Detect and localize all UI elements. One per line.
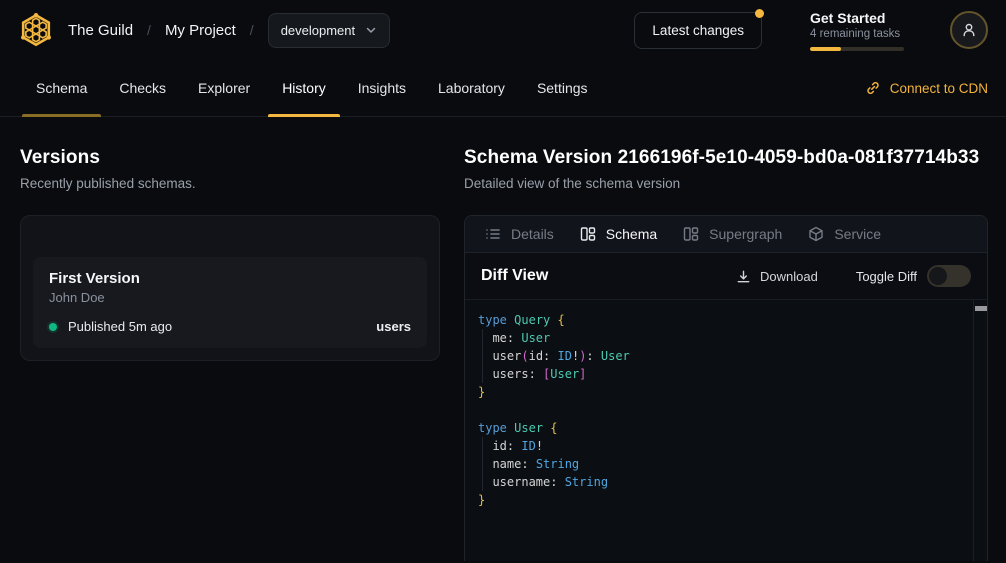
breadcrumb-separator: / [250, 22, 254, 38]
download-button[interactable]: Download [736, 269, 818, 284]
nav-tab-settings[interactable]: Settings [523, 60, 602, 116]
nav-tab-explorer[interactable]: Explorer [184, 60, 264, 116]
code-scrollbar-thumb[interactable] [975, 306, 987, 311]
nav-tab-schema[interactable]: Schema [22, 60, 101, 116]
schema-version-title: Schema Version 2166196f-5e10-4059-bd0a-0… [464, 147, 988, 169]
diff-view-title: Diff View [481, 267, 548, 285]
version-service-badge: users [376, 319, 411, 334]
get-started-title: Get Started [810, 10, 904, 26]
get-started-progressbar [810, 47, 904, 51]
connect-to-cdn-link[interactable]: Connect to CDN [865, 60, 988, 116]
latest-changes-button[interactable]: Latest changes [634, 12, 762, 49]
breadcrumb: The Guild / My Project / [68, 22, 254, 39]
connect-to-cdn-label: Connect to CDN [890, 81, 988, 96]
version-name: First Version [49, 270, 411, 287]
latest-changes-label: Latest changes [652, 23, 744, 38]
tab-schema[interactable]: Schema [580, 226, 657, 242]
versions-card: First Version John Doe Published 5m ago … [20, 215, 440, 361]
tab-supergraph[interactable]: Supergraph [683, 226, 782, 242]
version-status: Published 5m ago [68, 319, 172, 334]
list-icon [485, 226, 501, 242]
versions-title: Versions [20, 147, 440, 169]
nav-tabs: Schema Checks Explorer History Insights … [22, 60, 602, 116]
nav-tab-laboratory[interactable]: Laboratory [424, 60, 519, 116]
target-selector-value: development [281, 23, 355, 38]
nav-tab-insights[interactable]: Insights [344, 60, 420, 116]
link-icon [865, 80, 881, 96]
main-content: Versions Recently published schemas. Fir… [0, 117, 1006, 561]
guild-logo-icon[interactable] [18, 12, 54, 48]
user-avatar[interactable] [950, 11, 988, 49]
versions-subtitle: Recently published schemas. [20, 176, 440, 191]
schema-version-section: Schema Version 2166196f-5e10-4059-bd0a-0… [464, 117, 1006, 561]
layout-columns-icon [580, 226, 596, 242]
code-scrollbar[interactable] [973, 300, 987, 561]
tab-underline-active [268, 114, 340, 117]
breadcrumb-separator: / [147, 22, 151, 38]
get-started-subtitle: 4 remaining tasks [810, 28, 904, 40]
target-selector[interactable]: development [268, 13, 390, 48]
toggle-diff-label: Toggle Diff [856, 269, 917, 284]
published-status-dot [49, 323, 57, 331]
tab-underline [22, 114, 101, 117]
version-author: John Doe [49, 290, 411, 305]
code-content[interactable]: type Query { me: User user(id: ID!): Use… [465, 300, 971, 561]
tab-details[interactable]: Details [485, 226, 554, 242]
notification-dot [755, 9, 764, 18]
toggle-diff-switch[interactable] [927, 265, 971, 287]
schema-code-viewer: type Query { me: User user(id: ID!): Use… [465, 300, 987, 561]
get-started-widget[interactable]: Get Started 4 remaining tasks [810, 10, 904, 51]
version-status-row: Published 5m ago users [49, 319, 411, 334]
primary-nav: Schema Checks Explorer History Insights … [0, 60, 1006, 117]
nav-tab-checks[interactable]: Checks [105, 60, 180, 116]
app-header: The Guild / My Project / development Lat… [0, 0, 1006, 60]
detail-tabbar: Details Schema [465, 216, 987, 253]
diff-view-header: Diff View Download Toggle Diff [465, 253, 987, 300]
tab-service[interactable]: Service [808, 226, 881, 242]
switch-knob [929, 267, 947, 285]
cube-icon [808, 226, 824, 242]
version-list-item[interactable]: First Version John Doe Published 5m ago … [33, 257, 427, 348]
schema-detail-panel: Details Schema [464, 215, 988, 561]
download-icon [736, 269, 751, 284]
breadcrumb-project[interactable]: My Project [165, 22, 236, 39]
chevron-down-icon [365, 24, 377, 36]
nav-tab-history[interactable]: History [268, 60, 340, 116]
progress-fill [810, 47, 841, 51]
person-icon [960, 21, 978, 39]
versions-section: Versions Recently published schemas. Fir… [0, 117, 464, 361]
schema-version-subtitle: Detailed view of the schema version [464, 176, 988, 191]
breadcrumb-org[interactable]: The Guild [68, 22, 133, 39]
layout-columns-icon [683, 226, 699, 242]
diff-actions: Download Toggle Diff [736, 265, 971, 287]
